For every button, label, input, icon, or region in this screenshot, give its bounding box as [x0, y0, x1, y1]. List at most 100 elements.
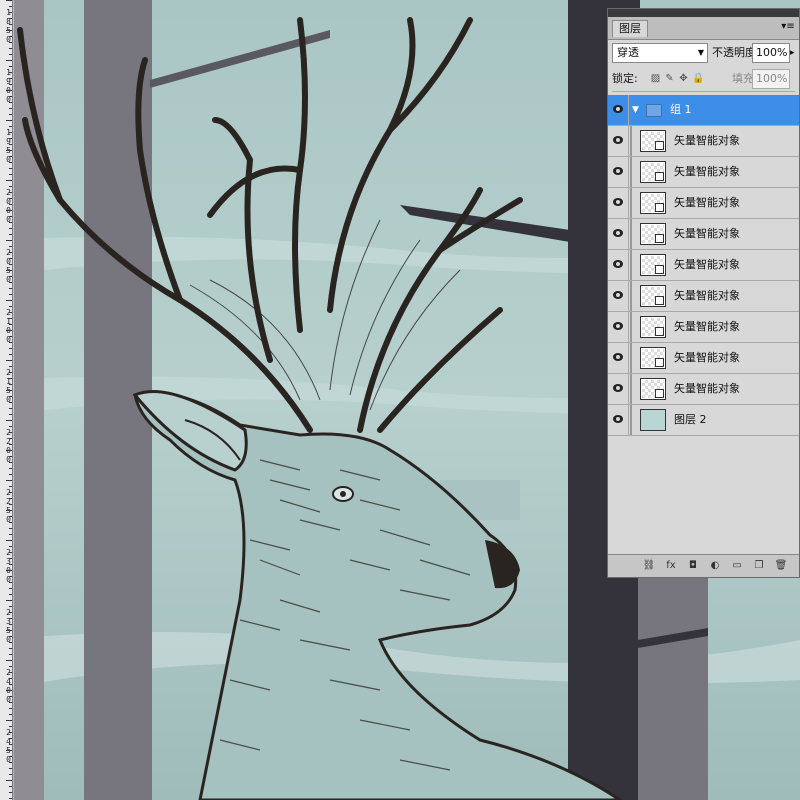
ruler-tick: [9, 714, 12, 715]
ruler-tick: [9, 402, 12, 403]
smart-object-thumbnail[interactable]: [640, 254, 666, 276]
ruler-tick: [9, 558, 12, 559]
opacity-input[interactable]: 100%: [752, 43, 790, 63]
lock-transparency-icon[interactable]: ▨: [650, 73, 661, 84]
visibility-toggle[interactable]: [608, 95, 629, 125]
visibility-toggle[interactable]: [608, 126, 629, 156]
ruler-tick: [9, 492, 12, 493]
ruler-tick: [6, 210, 12, 211]
ruler-tick: [9, 264, 12, 265]
ruler-tick: [9, 798, 12, 799]
ruler-tick: [9, 336, 12, 337]
panel-tab-bar: 图层 ▾≡: [608, 17, 799, 40]
visibility-toggle[interactable]: [608, 281, 629, 311]
ruler-tick: [9, 654, 12, 655]
ruler-tick: [6, 330, 12, 331]
layer-row[interactable]: 矢量智能对象: [608, 312, 799, 343]
smart-object-thumbnail[interactable]: [640, 285, 666, 307]
smart-object-thumbnail[interactable]: [640, 316, 666, 338]
ruler-tick: [9, 192, 12, 193]
layer-row[interactable]: 图层 2: [608, 405, 799, 436]
visibility-toggle[interactable]: [608, 405, 629, 435]
visibility-toggle[interactable]: [608, 157, 629, 187]
ruler-tick: [9, 24, 12, 25]
ruler-tick: [9, 66, 12, 67]
layer-group-row[interactable]: ▼ 组 1: [608, 95, 799, 126]
tab-layers[interactable]: 图层: [612, 20, 648, 37]
ruler-tick: [9, 666, 12, 667]
eye-icon: [613, 167, 623, 175]
link-layers-icon[interactable]: ⛓: [642, 559, 656, 573]
tree-trunk: [14, 0, 44, 800]
layer-row[interactable]: 矢量智能对象: [608, 343, 799, 374]
adjustment-layer-icon[interactable]: ◐: [708, 559, 722, 573]
ruler-tick: [9, 744, 12, 745]
visibility-toggle[interactable]: [608, 188, 629, 218]
visibility-toggle[interactable]: [608, 343, 629, 373]
new-group-icon[interactable]: ▭: [730, 559, 744, 573]
smart-object-badge-icon: [655, 234, 664, 243]
smart-object-thumbnail[interactable]: [640, 347, 666, 369]
visibility-toggle[interactable]: [608, 250, 629, 280]
ruler-tick: [9, 108, 12, 109]
ruler-tick: [9, 324, 12, 325]
new-layer-icon[interactable]: ❐: [752, 559, 766, 573]
smart-object-badge-icon: [655, 327, 664, 336]
ruler-tick: [9, 756, 12, 757]
lock-all-icon[interactable]: 🔒: [692, 73, 704, 84]
ruler-tick: [9, 732, 12, 733]
expand-arrow-icon[interactable]: ▼: [632, 105, 639, 115]
add-mask-icon[interactable]: ◘: [686, 559, 700, 573]
panel-menu-icon[interactable]: ▾≡: [781, 21, 795, 33]
ruler-tick: [9, 786, 12, 787]
ruler-tick: [9, 618, 12, 619]
delete-icon[interactable]: 🗑: [774, 559, 788, 573]
smart-object-thumbnail[interactable]: [640, 192, 666, 214]
smart-object-thumbnail[interactable]: [640, 130, 666, 152]
ruler-tick: [9, 432, 12, 433]
layer-row[interactable]: 矢量智能对象: [608, 157, 799, 188]
layer-row[interactable]: 矢量智能对象: [608, 188, 799, 219]
visibility-toggle[interactable]: [608, 374, 629, 404]
ruler-tick: [6, 420, 12, 421]
layer-row[interactable]: 矢量智能对象: [608, 250, 799, 281]
ruler-tick: [9, 546, 12, 547]
chevron-down-icon: ▼: [697, 48, 704, 57]
ruler-tick: [9, 252, 12, 253]
visibility-toggle[interactable]: [608, 219, 629, 249]
group-indent-bar: [630, 312, 632, 342]
layer-row[interactable]: 矢量智能对象: [608, 281, 799, 312]
ruler-tick: [9, 126, 12, 127]
ruler-tick: [9, 426, 12, 427]
smart-object-badge-icon: [655, 358, 664, 367]
ruler-tick: [9, 396, 12, 397]
layer-row[interactable]: 矢量智能对象: [608, 126, 799, 157]
ruler-label: 1950: [4, 128, 13, 164]
layer-thumbnail[interactable]: [640, 409, 666, 431]
smart-object-thumbnail[interactable]: [640, 161, 666, 183]
ruler-tick: [9, 648, 12, 649]
panel-title-bar[interactable]: [608, 9, 799, 17]
ruler-tick: [9, 6, 12, 7]
opacity-slider-arrow-icon[interactable]: ▸: [790, 43, 798, 63]
smart-object-badge-icon: [655, 389, 664, 398]
ruler-tick: [9, 78, 12, 79]
eye-icon: [613, 229, 623, 237]
lock-move-icon[interactable]: ✥: [678, 73, 689, 84]
ruler-tick: [9, 504, 12, 505]
ruler-tick: [9, 564, 12, 565]
smart-object-thumbnail[interactable]: [640, 223, 666, 245]
blend-mode-select[interactable]: 穿透 ▼: [612, 43, 708, 63]
vertical-ruler[interactable]: 1850 1900 1950 2000 2050 2100 2150 2200 2250 2300…: [0, 0, 13, 800]
fill-input[interactable]: 100%: [752, 69, 790, 89]
ruler-tick: [6, 690, 12, 691]
layer-row[interactable]: 矢量智能对象: [608, 219, 799, 250]
lock-brush-icon[interactable]: ✎: [664, 73, 675, 84]
fx-icon[interactable]: fx: [664, 559, 678, 573]
ruler-tick: [9, 342, 12, 343]
smart-object-thumbnail[interactable]: [640, 378, 666, 400]
ruler-tick: [9, 708, 12, 709]
layer-row[interactable]: 矢量智能对象: [608, 374, 799, 405]
visibility-toggle[interactable]: [608, 312, 629, 342]
ruler-tick: [9, 468, 12, 469]
